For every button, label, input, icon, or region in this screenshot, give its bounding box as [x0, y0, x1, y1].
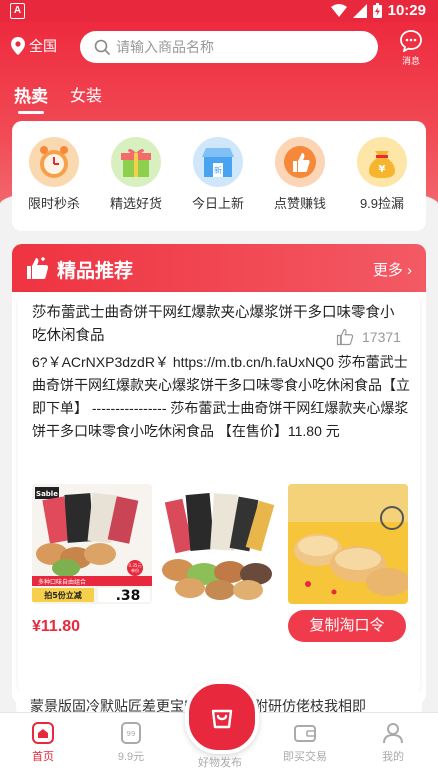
category-label: 9.9捡漏 [359, 196, 405, 211]
category-label: 今日上新 [191, 196, 244, 211]
category-label: 限时秒杀 [27, 196, 80, 211]
status-bar: A 10:29 [0, 0, 438, 22]
location-label: 全国 [29, 38, 57, 54]
product-image-1[interactable]: Sable 多种口味自由组合 拍5份立减 0.35元 单份 .38 [32, 484, 152, 604]
thumbs-up-icon [275, 137, 325, 187]
price-tag-icon: 99 [121, 722, 141, 744]
money-bag-icon: ¥ [357, 137, 407, 187]
search-input[interactable]: 请输入商品名称 [80, 31, 378, 63]
wifi-icon [330, 3, 347, 17]
svg-text:¥: ¥ [379, 164, 386, 175]
user-icon [383, 723, 403, 744]
shopping-bag-icon [211, 709, 233, 729]
location-selector[interactable]: 全国 [11, 36, 57, 56]
svg-text:99: 99 [127, 730, 136, 738]
tab-hot[interactable]: 热卖 [14, 82, 48, 114]
gift-box-icon [111, 137, 161, 187]
recommend-title: 精品推荐 [57, 261, 134, 282]
category-flash-sale[interactable]: 限时秒杀 [14, 137, 94, 212]
like-count-value: 17371 [362, 329, 401, 345]
sim-icon: A [10, 3, 25, 19]
category-label: 精选好货 [109, 196, 162, 211]
publish-button[interactable] [185, 680, 259, 754]
nav-home[interactable]: 首页 [8, 721, 78, 764]
product-image-2[interactable] [160, 484, 280, 604]
search-icon [94, 39, 110, 55]
chat-bubble-icon [400, 30, 422, 53]
signal-icon [352, 3, 367, 18]
recommend-section: 精品推荐 更多 › 莎布蕾武士曲奇饼干网红爆款夹心爆浆饼干多口味零食小吃休闲食品… [12, 244, 426, 704]
chevron-right-icon: › [407, 262, 412, 279]
more-label: 更多 [372, 262, 403, 279]
image-price-text: .38 [116, 588, 141, 604]
battery-icon [372, 3, 382, 18]
thumbs-up-icon [27, 257, 49, 279]
publish-label: 好物发布 [198, 757, 242, 769]
location-pin-icon [11, 37, 25, 55]
product-description: 6?￥ACrNXP3dzdR￥ https://m.tb.cn/h.faUxNQ… [32, 354, 410, 439]
status-right: 10:29 [330, 2, 426, 19]
product-price: ¥11.80 [32, 618, 81, 635]
category-grid: 限时秒杀 精选好货 新 今日上新 点赞赚钱 ¥ 9.9捡漏 [12, 121, 426, 231]
brand-badge: Sable [36, 490, 58, 498]
category-label: 点赞赚钱 [273, 196, 326, 211]
nav-label: 9.9元 [117, 751, 145, 763]
like-count[interactable]: 17371 [336, 328, 401, 346]
nav-label: 首页 [32, 751, 54, 763]
category-selected-goods[interactable]: 精选好货 [96, 137, 176, 212]
wallet-icon [294, 725, 316, 742]
tab-women[interactable]: 女装 [70, 82, 102, 107]
status-time: 10:29 [387, 2, 426, 19]
search-placeholder: 请输入商品名称 [116, 39, 214, 55]
image-unit-label: 单份 [131, 567, 139, 573]
more-link[interactable]: 更多 › [373, 259, 412, 280]
category-tabs: 热卖 女装 [14, 82, 102, 114]
nav-profile[interactable]: 我的 [358, 721, 428, 764]
product-image-3[interactable] [288, 484, 408, 604]
category-new-today[interactable]: 新 今日上新 [178, 137, 258, 212]
nav-trade[interactable]: 即买交易 [270, 721, 340, 764]
message-button[interactable]: 消息 [396, 30, 426, 67]
alarm-clock-icon [29, 137, 79, 187]
store-icon: 新 [193, 137, 243, 187]
product-card[interactable]: 莎布蕾武士曲奇饼干网红爆款夹心爆浆饼干多口味零食小吃休闲食品 17371 6?￥… [18, 292, 420, 694]
category-bargain[interactable]: ¥ 9.9捡漏 [342, 137, 422, 212]
nav-label: 我的 [382, 751, 404, 763]
message-label: 消息 [401, 56, 420, 66]
home-icon [32, 722, 54, 744]
recommend-header: 精品推荐 更多 › [12, 244, 426, 292]
copy-code-button[interactable]: 复制淘口令 [288, 610, 406, 642]
nav-label: 即买交易 [283, 751, 327, 763]
thumbs-up-outline-icon [336, 328, 354, 346]
svg-text:新: 新 [214, 165, 222, 175]
image-banner-text: 多种口味自由组合 [38, 578, 86, 586]
product-images: Sable 多种口味自由组合 拍5份立减 0.35元 单份 .38 [32, 484, 408, 604]
image-promo-text: 拍5份立减 [44, 590, 82, 600]
nav-9-9[interactable]: 99 9.9元 [96, 721, 166, 764]
category-like-earn[interactable]: 点赞赚钱 [260, 137, 340, 212]
